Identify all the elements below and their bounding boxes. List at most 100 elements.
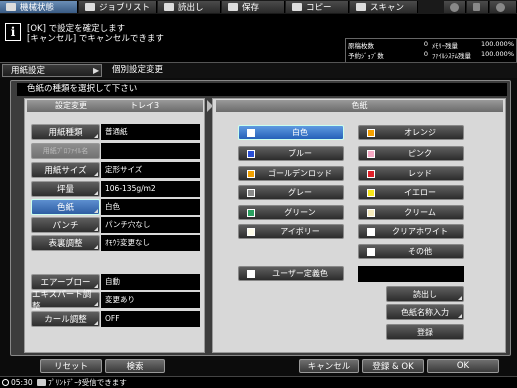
paper-type-button[interactable]: 用紙種類 [31, 124, 100, 140]
color-cream-button[interactable]: クリーム [358, 205, 464, 220]
front-back-adjust-button[interactable]: 表裏調整 [31, 235, 100, 251]
clear-white-swatch-icon [367, 228, 375, 236]
recall-button[interactable]: 読出し [386, 286, 464, 302]
orange-swatch-icon [367, 129, 375, 137]
save-icon [228, 3, 238, 11]
scan-icon [356, 3, 366, 11]
counter-value: 0 [423, 50, 428, 58]
color-yellow-button[interactable]: イエロー [358, 185, 464, 200]
color-other-button[interactable]: その他 [358, 244, 464, 259]
tab-copy[interactable]: コピー [286, 1, 349, 13]
paper-weight-value: 106-135g/m2 [101, 181, 200, 197]
globe-button[interactable] [444, 1, 466, 13]
goldenrod-swatch-icon [247, 170, 255, 178]
paper-type-value: 普通紙 [101, 124, 200, 140]
recall-icon [164, 3, 174, 11]
paper-weight-button[interactable]: 坪量 [31, 181, 100, 197]
counter-value: 0 [423, 40, 428, 48]
expert-adjust-value: 変更あり [101, 292, 200, 308]
white-swatch-icon [247, 129, 255, 137]
counter-label: ﾌｧｲﾙｼｽﾃﾑ残量 [432, 52, 471, 60]
yellow-swatch-icon [367, 189, 375, 197]
punch-value: パンチ穴なし [101, 217, 200, 233]
tab-save[interactable]: 保存 [222, 1, 285, 13]
tab-label: 保存 [242, 3, 260, 13]
expert-adjust-button[interactable]: エキスパート調整 [31, 290, 100, 312]
user-defined-color-button[interactable]: ユーザー定義色 [238, 266, 344, 281]
pink-swatch-icon [367, 150, 375, 158]
color-red-button[interactable]: レッド [358, 166, 464, 181]
green-swatch-icon [247, 209, 255, 217]
clock-time: 05:30 [11, 378, 33, 387]
color-blue-button[interactable]: ブルー [238, 146, 344, 161]
breadcrumb: 用紙設定 ▶ 個別設定変更 [0, 62, 517, 78]
color-gray-button[interactable]: グレー [238, 185, 344, 200]
air-blow-value: 自動 [101, 274, 200, 290]
paper-size-button[interactable]: 用紙サイズ [31, 162, 100, 178]
user-defined-color-value [358, 266, 464, 282]
color-pink-button[interactable]: ピンク [358, 146, 464, 161]
copy-icon [292, 3, 302, 11]
color-clear-white-button[interactable]: クリアホワイト [358, 224, 464, 239]
paper-size-value: 定形サイズ [101, 162, 200, 178]
globe-icon [450, 2, 459, 12]
breadcrumb-parent[interactable]: 用紙設定 [2, 64, 102, 77]
paper-profile-value [101, 143, 200, 159]
ivory-swatch-icon [247, 228, 255, 236]
counter-value: 100.000% [480, 50, 514, 58]
paper-color-header: 色紙 [216, 100, 503, 112]
counter-value: 100.000% [480, 40, 514, 48]
counter-row: 予約ｼﾞｮﾌﾞ数 0 ﾌｧｲﾙｼｽﾃﾑ残量 100.000% [346, 49, 516, 60]
color-green-button[interactable]: グリーン [238, 205, 344, 220]
tab-recall[interactable]: 読出し [158, 1, 221, 13]
ok-button[interactable]: OK [427, 359, 499, 373]
printer-icon [37, 379, 46, 386]
other-swatch-icon [367, 248, 375, 256]
punch-button[interactable]: パンチ [31, 217, 100, 233]
tab-label: ジョブリスト [99, 3, 151, 13]
color-goldenrod-button[interactable]: ゴールデンロッド [238, 166, 344, 181]
clock-icon [2, 379, 9, 386]
cancel-button[interactable]: キャンセル [299, 359, 359, 373]
job-list-icon [85, 3, 95, 11]
color-ivory-button[interactable]: アイボリー [238, 224, 344, 239]
color-orange-button[interactable]: オレンジ [358, 125, 464, 140]
status-message: ﾌﾟﾘﾝﾄﾃﾞｰﾀ受信できます [48, 378, 127, 387]
paper-color-button[interactable]: 色紙 [31, 199, 100, 215]
tab-label: 機械状態 [20, 3, 55, 13]
tray-label: トレイ3 [130, 101, 160, 110]
red-swatch-icon [367, 170, 375, 178]
volume-button[interactable] [467, 1, 489, 13]
info-icon: i [5, 23, 21, 41]
paper-color-value: 白色 [101, 199, 200, 215]
search-button[interactable]: 検索 [105, 359, 165, 373]
prompt-message: 色紙の種類を選択して下さい [17, 83, 507, 96]
speaker-icon [473, 3, 480, 11]
help-icon [496, 2, 505, 12]
curl-adjust-value: OFF [101, 311, 200, 327]
register-button[interactable]: 登録 [386, 324, 464, 340]
machine-status-icon [6, 3, 16, 11]
status-bar: 05:30 ﾌﾟﾘﾝﾄﾃﾞｰﾀ受信できます [0, 376, 517, 388]
color-name-input-button[interactable]: 色紙名称入力 [386, 304, 464, 320]
counter-label: 予約ｼﾞｮﾌﾞ数 [348, 52, 384, 60]
tab-label: 読出し [178, 3, 204, 13]
color-white-button[interactable]: 白色 [238, 125, 344, 140]
curl-adjust-button[interactable]: カール調整 [31, 311, 100, 327]
tab-label: スキャン [370, 3, 405, 13]
blue-swatch-icon [247, 150, 255, 158]
help-button[interactable] [490, 1, 517, 13]
tab-job-list[interactable]: ジョブリスト [79, 1, 157, 13]
reset-button[interactable]: リセット [40, 359, 102, 373]
tab-machine-status[interactable]: 機械状態 [0, 1, 78, 13]
message-line-2: [キャンセル] でキャンセルできます [27, 34, 164, 44]
front-back-adjust-value: ｵﾓｳﾗ変更なし [101, 235, 200, 251]
user-defined-swatch-icon [247, 270, 255, 278]
breadcrumb-arrow-icon: ▶ [93, 66, 100, 75]
register-ok-button[interactable]: 登録 & OK [362, 359, 424, 373]
settings-header-title: 設定変更 [55, 101, 87, 110]
paper-profile-button[interactable]: 用紙ﾌﾟﾛﾌｧｲﾙ名 [31, 143, 100, 159]
cream-swatch-icon [367, 209, 375, 217]
tab-scan[interactable]: スキャン [350, 1, 418, 13]
breadcrumb-current: 個別設定変更 [112, 65, 164, 75]
